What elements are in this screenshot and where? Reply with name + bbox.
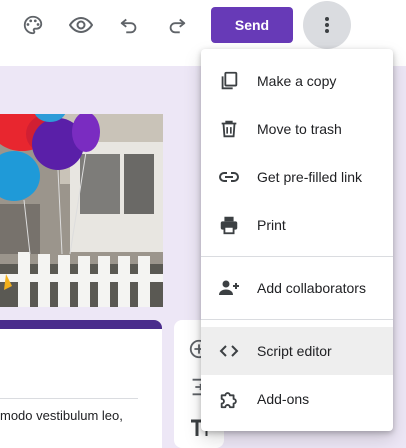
person-add-icon <box>217 276 241 300</box>
menu-item-add-ons[interactable]: Add-ons <box>201 375 393 423</box>
printer-icon <box>217 213 241 237</box>
menu-divider <box>201 319 393 320</box>
menu-item-label: Get pre-filled link <box>257 169 363 185</box>
card-accent-bar <box>0 320 162 329</box>
menu-item-script-editor[interactable]: Script editor <box>201 327 393 375</box>
eye-icon[interactable] <box>65 9 97 41</box>
menu-item-label: Add collaborators <box>257 280 366 296</box>
menu-item-print[interactable]: Print <box>201 201 393 249</box>
code-icon <box>217 339 241 363</box>
menu-divider <box>201 256 393 257</box>
link-icon <box>217 165 241 189</box>
card-divider <box>0 398 138 399</box>
menu-item-add-collaborators[interactable]: Add collaborators <box>201 264 393 312</box>
more-options-button[interactable] <box>303 1 351 49</box>
menu-item-label: Make a copy <box>257 73 337 89</box>
menu-item-move-to-trash[interactable]: Move to trash <box>201 105 393 153</box>
copy-icon <box>217 69 241 93</box>
menu-item-label: Print <box>257 217 286 233</box>
menu-item-label: Move to trash <box>257 121 342 137</box>
undo-icon[interactable] <box>113 9 145 41</box>
menu-item-label: Add-ons <box>257 391 310 407</box>
menu-item-make-copy[interactable]: Make a copy <box>201 57 393 105</box>
menu-item-prefilled-link[interactable]: Get pre-filled link <box>201 153 393 201</box>
question-card[interactable] <box>0 320 162 448</box>
more-vert-icon <box>325 17 329 33</box>
header-photo <box>0 114 163 307</box>
menu-item-label: Script editor <box>257 343 332 359</box>
send-button[interactable]: Send <box>211 7 293 43</box>
puzzle-icon <box>217 387 241 411</box>
card-description: modo vestibulum leo, <box>0 408 123 423</box>
palette-icon[interactable] <box>17 9 49 41</box>
more-options-menu: Make a copy Move to trash Get pre-filled… <box>201 49 393 431</box>
redo-icon[interactable] <box>161 9 193 41</box>
trash-icon <box>217 117 241 141</box>
